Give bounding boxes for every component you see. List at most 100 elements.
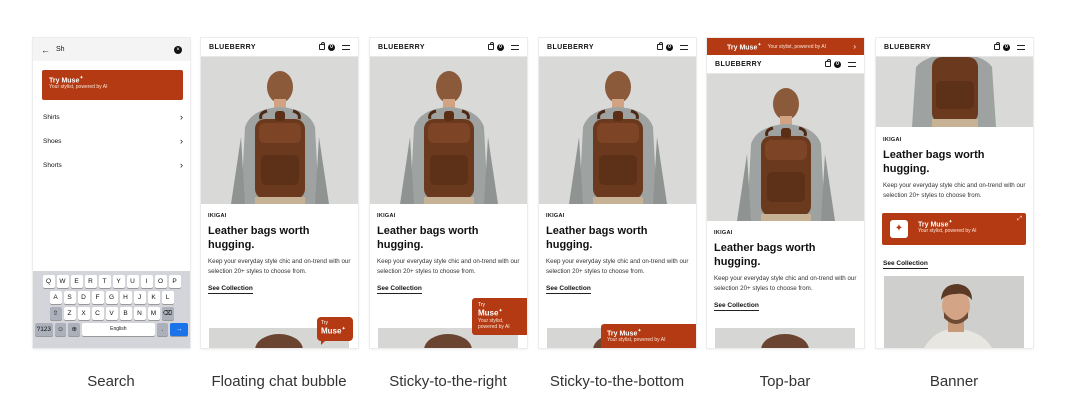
brand-logo[interactable]: BLUEBERRY <box>378 44 425 51</box>
key-i[interactable]: I <box>140 275 153 288</box>
key-c[interactable]: C <box>91 307 104 320</box>
menu-icon[interactable] <box>848 61 856 67</box>
period-key[interactable]: . <box>156 323 169 336</box>
hero-image <box>201 57 358 204</box>
brand-logo[interactable]: BLUEBERRY <box>884 44 931 51</box>
key-e[interactable]: E <box>70 275 83 288</box>
caption-floating-bubble: Floating chat bubble <box>211 373 347 390</box>
suggestion-shirts[interactable]: Shirts › <box>43 112 183 122</box>
muse-banner[interactable]: ✦ Try Muse✦ Your stylist, powered by AI … <box>882 213 1026 245</box>
key-g[interactable]: G <box>105 291 118 304</box>
see-collection-link[interactable]: See Collection <box>546 285 591 294</box>
key-y[interactable]: Y <box>112 275 125 288</box>
bag-icon[interactable] <box>657 42 663 50</box>
see-collection-link[interactable]: See Collection <box>883 260 928 269</box>
brand-logo[interactable]: BLUEBERRY <box>209 44 256 51</box>
key-a[interactable]: A <box>49 291 62 304</box>
key-s[interactable]: S <box>63 291 76 304</box>
eyebrow: IKIGAI <box>208 213 227 219</box>
see-collection-link[interactable]: See Collection <box>208 285 253 294</box>
phone-floating-bubble: BLUEBERRY 0 IKIGAI Leather bags worth hu… <box>201 38 358 348</box>
brand-logo[interactable]: BLUEBERRY <box>547 44 594 51</box>
key-x[interactable]: X <box>77 307 90 320</box>
bag-icon[interactable] <box>825 59 831 67</box>
sticky-bottom-bar[interactable]: Try Muse✦ Your stylist, powered by AI <box>601 324 696 348</box>
menu-icon[interactable] <box>511 44 519 50</box>
space-key[interactable]: English <box>82 323 155 336</box>
globe-icon[interactable]: ⊕ <box>68 323 81 336</box>
key-b[interactable]: B <box>119 307 132 320</box>
key-v[interactable]: V <box>105 307 118 320</box>
body-copy: Keep your everyday style chic and on-tre… <box>208 258 351 275</box>
product-info: IKIGAI Leather bags worth hugging. Keep … <box>883 137 1029 200</box>
chevron-right-icon: › <box>180 160 183 170</box>
bag-icon[interactable] <box>994 42 1000 50</box>
key-o[interactable]: O <box>154 275 167 288</box>
model-portrait-image <box>884 276 1024 348</box>
product-info: IKIGAI Leather bags worth hugging. Keep … <box>714 230 860 312</box>
search-input[interactable]: Sh <box>56 46 65 53</box>
key-d[interactable]: D <box>77 291 90 304</box>
phone-search: ← Sh × Try Muse✦ Your stylist, powered b… <box>33 38 190 348</box>
key-u[interactable]: U <box>126 275 139 288</box>
try-muse-label: Try Muse✦ <box>49 75 84 85</box>
key-z[interactable]: Z <box>63 307 76 320</box>
key-h[interactable]: H <box>119 291 132 304</box>
key-f[interactable]: F <box>91 291 104 304</box>
try-muse-label: Try Muse✦ <box>607 328 642 338</box>
expand-icon[interactable]: ⤢ <box>1017 216 1022 223</box>
see-collection-link[interactable]: See Collection <box>377 285 422 294</box>
eyebrow: IKIGAI <box>714 230 733 236</box>
hero-image <box>370 57 527 204</box>
cart-count-badge: 0 <box>497 43 504 51</box>
suggestion-shoes[interactable]: Shoes › <box>43 136 183 146</box>
menu-icon[interactable] <box>680 44 688 50</box>
bag-icon[interactable] <box>319 42 325 50</box>
key-l[interactable]: L <box>161 291 174 304</box>
brand-logo[interactable]: BLUEBERRY <box>715 61 762 68</box>
key-w[interactable]: W <box>56 275 69 288</box>
collection-link-wrap: See Collection <box>883 252 1029 270</box>
floating-chat-bubble[interactable]: Try Muse✦ <box>317 317 353 345</box>
menu-icon[interactable] <box>342 44 350 50</box>
key-p[interactable]: P <box>168 275 181 288</box>
sparkle-icon: ✦ <box>757 41 762 48</box>
emoji-key[interactable]: ☺ <box>54 323 67 336</box>
menu-icon[interactable] <box>1017 44 1025 50</box>
key-q[interactable]: Q <box>42 275 55 288</box>
caption-banner: Banner <box>929 373 979 390</box>
chevron-right-icon: › <box>853 42 856 51</box>
key-r[interactable]: R <box>84 275 97 288</box>
see-collection-link[interactable]: See Collection <box>714 302 759 311</box>
key-n[interactable]: N <box>133 307 146 320</box>
suggestion-shorts[interactable]: Shorts › <box>43 160 183 170</box>
suggestion-label: Shirts <box>43 113 60 121</box>
try-muse-suggestion[interactable]: Try Muse✦ Your stylist, powered by AI <box>42 70 183 100</box>
caption-sticky-bottom: Sticky-to-the-bottom <box>549 373 685 390</box>
key-m[interactable]: M <box>147 307 160 320</box>
sticky-right-tab[interactable]: Try Muse✦ Your stylist, powered by AI <box>472 298 527 335</box>
top-bar-promo[interactable]: Try Muse✦ Your stylist, powered by AI › <box>707 38 864 55</box>
clear-icon[interactable]: × <box>174 45 182 54</box>
caption-top-bar: Top-bar <box>759 373 811 390</box>
bag-icon[interactable] <box>488 42 494 50</box>
back-arrow-icon[interactable]: ← <box>41 45 50 55</box>
key-t[interactable]: T <box>98 275 111 288</box>
headline: Leather bags worth hugging. <box>883 149 985 175</box>
sparkle-icon: ✦ <box>341 326 346 332</box>
muse-tagline: Your stylist, powered by AI <box>607 337 666 344</box>
search-bar[interactable]: ← Sh × <box>33 38 190 61</box>
enter-key[interactable]: → <box>170 323 188 336</box>
caption-search: Search <box>87 373 135 390</box>
numbers-key[interactable]: ?123 <box>35 323 53 336</box>
phone-banner: BLUEBERRY 0 IKIGAI Leather bags worth hu… <box>876 38 1033 348</box>
backspace-key[interactable]: ⌫ <box>161 307 174 320</box>
sparkle-icon: ✦ <box>948 219 953 225</box>
header: BLUEBERRY 0 <box>876 38 1033 57</box>
keyboard: QWERTYUIOP ASDFGHJKL ⇧ ZXCVBNM ⌫ ?123 ☺ … <box>33 271 190 348</box>
shift-key[interactable]: ⇧ <box>49 307 62 320</box>
cart-count-badge: 0 <box>666 43 673 51</box>
body-copy: Keep your everyday style chic and on-tre… <box>883 182 1026 199</box>
key-k[interactable]: K <box>147 291 160 304</box>
key-j[interactable]: J <box>133 291 146 304</box>
